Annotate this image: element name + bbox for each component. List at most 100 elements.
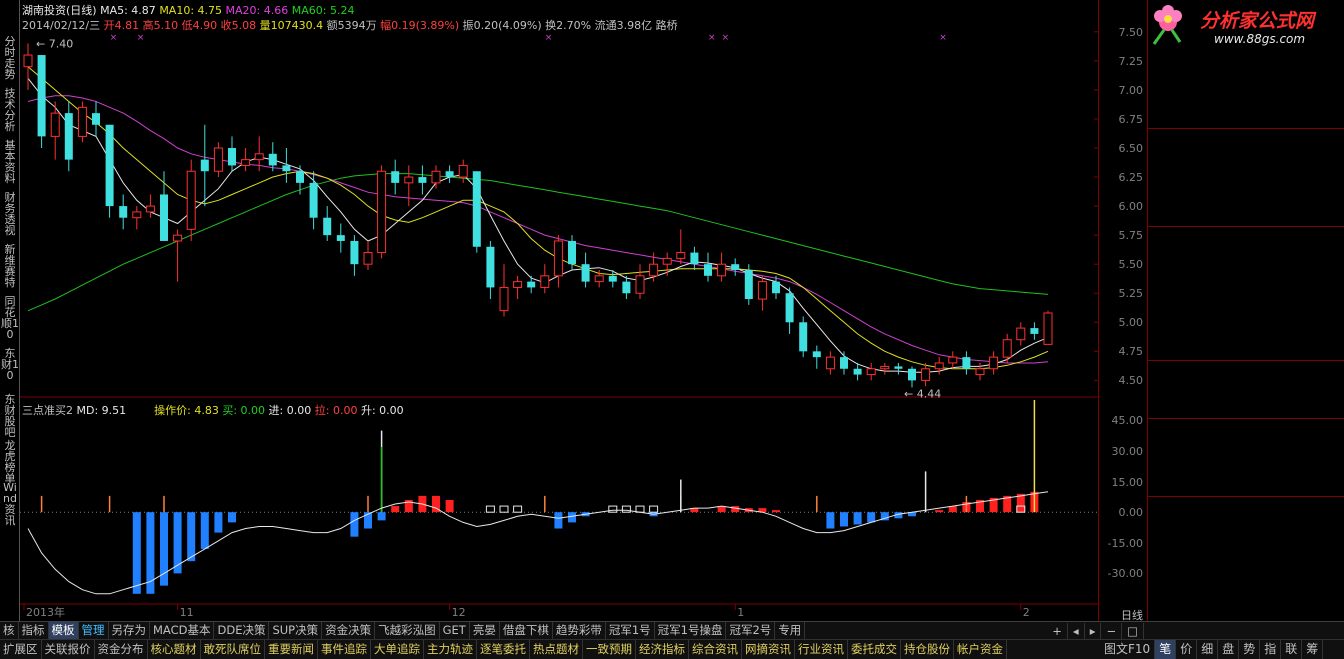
ind-bar-down xyxy=(132,512,141,594)
ind-bar-down xyxy=(187,512,196,562)
right-tab-3[interactable]: 细 xyxy=(1197,640,1219,659)
template-tab-8[interactable]: 资金决策 xyxy=(322,622,376,639)
ma20-label: MA20: 4.66 xyxy=(225,4,289,17)
scroll-ctrl-1[interactable]: ◂ xyxy=(1068,623,1085,640)
template-tab-13[interactable]: 趋势彩带 xyxy=(553,622,606,639)
indicator-tick: 30.00 xyxy=(1111,445,1144,458)
ext-tab-0[interactable]: 扩展区 xyxy=(0,640,42,659)
template-tab-17[interactable]: 专用 xyxy=(775,622,806,639)
left-tab-7[interactable]: 东财股吧 xyxy=(1,394,19,438)
candle-up xyxy=(173,234,183,242)
template-tab-0[interactable]: 核 xyxy=(0,622,19,639)
ext-tab-18[interactable]: 帐户资金 xyxy=(954,640,1007,659)
candle-up xyxy=(866,368,876,376)
ext-tab-15[interactable]: 行业资讯 xyxy=(795,640,848,659)
candle-down xyxy=(622,281,631,294)
ind-bar-neutral xyxy=(485,505,495,513)
indicator-name[interactable]: 三点准买2 xyxy=(22,404,73,417)
right-tab-6[interactable]: 指 xyxy=(1260,640,1282,659)
candle-down xyxy=(894,366,903,369)
left-tab-0[interactable]: 分时走势 xyxy=(1,36,19,86)
template-tab-10[interactable]: GET xyxy=(440,622,470,639)
sell-row xyxy=(1150,52,1342,71)
scroll-ctrl-3[interactable]: − xyxy=(1101,623,1123,640)
ext-tab-17[interactable]: 持仓股份 xyxy=(901,640,954,659)
candle-down xyxy=(853,368,862,375)
template-tab-3[interactable]: 管理 xyxy=(79,622,109,639)
ma20-line xyxy=(27,95,1049,364)
candle-down xyxy=(486,246,495,288)
left-tab-6[interactable]: 东财10 xyxy=(1,348,19,392)
time-tick: 2013年 xyxy=(26,605,65,619)
right-tab-4[interactable]: 盘 xyxy=(1218,640,1240,659)
ind-bar-neutral xyxy=(621,505,631,513)
ext-tab-8[interactable]: 主力轨迹 xyxy=(424,640,477,659)
template-tab-6[interactable]: DDE决策 xyxy=(214,622,270,639)
left-tab-bar: 分时走势技术分析基本资料财务透视新维赛特同花顺10 东财10 东财股吧龙虎榜单 Win… xyxy=(0,0,20,621)
candle-down xyxy=(105,124,114,207)
right-tab-0[interactable]: 图文F10 xyxy=(1100,640,1156,659)
scroll-ctrl-4[interactable]: □ xyxy=(1122,623,1144,640)
bar-open: 开4.81 xyxy=(103,19,140,32)
left-tab-1[interactable]: 技术分析 xyxy=(1,88,19,138)
template-tab-2[interactable]: 模板 xyxy=(48,622,79,639)
template-tab-1[interactable]: 指标 xyxy=(19,622,49,639)
left-tab-5[interactable]: 同花顺10 xyxy=(1,296,19,346)
ext-tab-13[interactable]: 综合资讯 xyxy=(689,640,742,659)
ma5-line xyxy=(27,77,1049,373)
quote-panel: 分析家公式网 www.88gs.com xyxy=(1147,0,1344,621)
template-tab-11[interactable]: 亮晏 xyxy=(470,622,500,639)
template-tab-14[interactable]: 冠军1号 xyxy=(606,622,655,639)
candle-up xyxy=(23,54,33,68)
ext-tab-9[interactable]: 逐笔委托 xyxy=(477,640,530,659)
signal-marker: × xyxy=(722,33,730,43)
left-tab-8[interactable]: 龙虎榜单 xyxy=(1,440,19,484)
price-tick: 7.00 xyxy=(1118,83,1144,97)
right-tab-2[interactable]: 价 xyxy=(1176,640,1198,659)
scroll-ctrl-0[interactable]: + xyxy=(1047,623,1068,640)
ext-tab-14[interactable]: 网摘资讯 xyxy=(742,640,795,659)
ext-tab-11[interactable]: 一致预期 xyxy=(583,640,636,659)
kline-chart[interactable]: ← 7.40← 4.44× × × × × ×2013年 11 12 1 2 xyxy=(20,0,1098,621)
ind-bar-down xyxy=(826,512,835,529)
ext-tab-2[interactable]: 资金分布 xyxy=(95,640,148,659)
template-tab-12[interactable]: 借盘下棋 xyxy=(500,622,553,639)
ext-tab-1[interactable]: 关联报价 xyxy=(42,640,95,659)
scroll-ctrl-2[interactable]: ▸ xyxy=(1085,623,1102,640)
right-tab-8[interactable]: 筹 xyxy=(1302,640,1324,659)
ext-tab-16[interactable]: 委托成交 xyxy=(848,640,901,659)
template-tab-16[interactable]: 冠军2号 xyxy=(726,622,776,639)
ind-bar-down xyxy=(228,512,236,523)
ext-tab-5[interactable]: 重要新闻 xyxy=(265,640,318,659)
ext-tab-7[interactable]: 大单追踪 xyxy=(371,640,424,659)
left-tab-3[interactable]: 财务透视 xyxy=(1,192,19,242)
left-tab-9[interactable]: Wind资讯 xyxy=(1,482,19,526)
template-tab-9[interactable]: 飞越彩泓图 xyxy=(375,622,440,639)
ind-bar-down xyxy=(554,512,563,529)
bar-date: 2014/02/12/三 xyxy=(22,19,101,32)
ext-tab-10[interactable]: 热点题材 xyxy=(530,640,583,659)
chart-area[interactable]: ← 7.40 ← 4.44 × × × × × × 2013年 11 12 1 2 xyxy=(20,0,1098,621)
right-tab-7[interactable]: 联 xyxy=(1281,640,1303,659)
template-tab-4[interactable]: 另存为 xyxy=(109,622,150,639)
template-tab-5[interactable]: MACD基本 xyxy=(150,622,215,639)
template-tab-7[interactable]: SUP决策 xyxy=(269,622,323,639)
ext-tab-3[interactable]: 核心题材 xyxy=(148,640,201,659)
ext-tab-4[interactable]: 敢死队席位 xyxy=(201,640,265,659)
left-tab-2[interactable]: 基本资料 xyxy=(1,140,19,190)
stat-row xyxy=(1150,265,1342,284)
ext-tab-12[interactable]: 经济指标 xyxy=(636,640,689,659)
right-tab-5[interactable]: 势 xyxy=(1239,640,1261,659)
tick-row xyxy=(1150,533,1342,552)
bar-close: 收5.08 xyxy=(220,19,257,32)
template-tab-15[interactable]: 冠军1号操盘 xyxy=(655,622,727,639)
ind-bar-down xyxy=(350,512,359,537)
candle-up xyxy=(363,252,373,265)
ind-bar-down xyxy=(377,512,386,521)
ext-tab-6[interactable]: 事件追踪 xyxy=(318,640,371,659)
indicator-tick: 45.00 xyxy=(1111,414,1144,428)
right-tab-1[interactable]: 笔 xyxy=(1155,640,1177,659)
bar-volume: 量107430.4 xyxy=(259,19,324,32)
candle-down xyxy=(731,264,740,270)
left-tab-4[interactable]: 新维赛特 xyxy=(1,244,19,294)
